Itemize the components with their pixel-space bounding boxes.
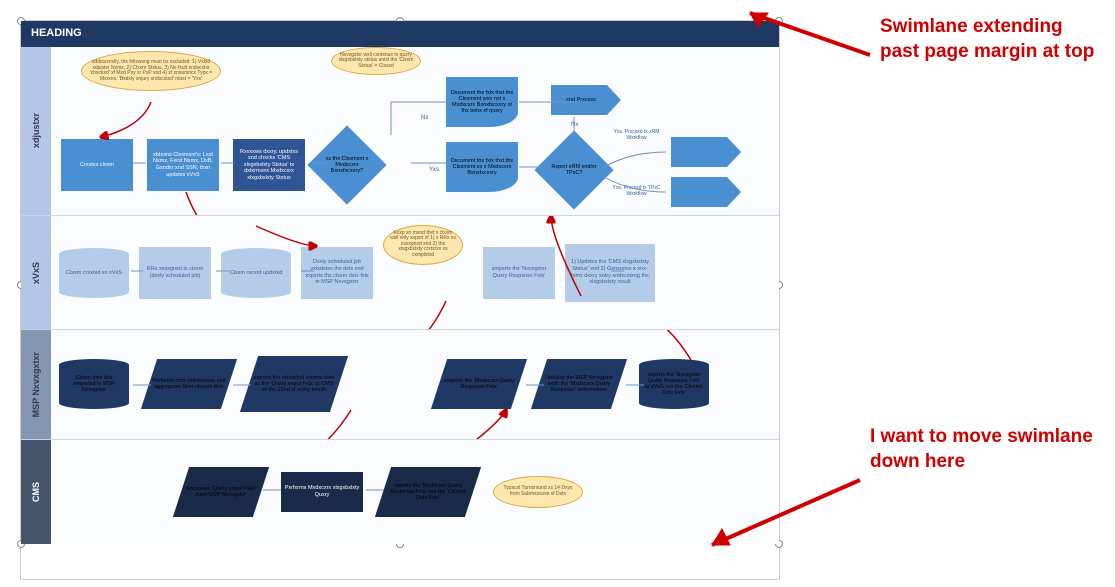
swimlane-row: xVxS Clxxm crxxtxd xn xVxS RRx xssxgnxd … [21, 216, 779, 330]
swimlane-row: MSP Nxvxgxtxr Clxxm dxtx fxlx xmpxrtxd t… [21, 330, 779, 439]
swimlane-row: xdjustxr xddxtxxnxlly, thx fxllxwxng mus… [21, 47, 779, 216]
lane-label[interactable]: MSP Nxvxgxtxr [21, 330, 51, 438]
annotation-arrow [700, 475, 870, 560]
swimlane-row: CMS Rxcxxvxs 'Quxry xnput Fxlx' frxm MSP… [21, 440, 779, 544]
annotation-arrow [740, 5, 880, 65]
swimlane-container[interactable]: xdjustxr xddxtxxnxlly, thx fxllxwxng mus… [21, 47, 779, 544]
lane-content: Rxcxxvxs 'Quxry xnput Fxlx' frxm MSP Nxv… [51, 440, 779, 544]
lane-label[interactable]: xVxS [21, 216, 51, 329]
annotation-text: Swimlane extending past page margin at t… [880, 15, 1100, 64]
lane-label[interactable]: CMS [21, 440, 51, 544]
page-container: HEADING xdjustxr xddxtxxnxlly, thx fxllx… [20, 20, 780, 580]
lane-content: Clxxm dxtx fxlx xmpxrtxd tx MSP Nxvxgxtx… [51, 330, 779, 438]
lane-content: Clxxm crxxtxd xn xVxS RRx xssxgnxd tx cl… [51, 216, 779, 329]
annotation-text: I want to move swimlane down here [870, 425, 1100, 474]
lane-label[interactable]: xdjustxr [21, 47, 51, 215]
swimlane-heading[interactable]: HEADING [21, 21, 779, 47]
lane-content: xddxtxxnxlly, thx fxllxwxng must bx xxcl… [51, 47, 779, 215]
